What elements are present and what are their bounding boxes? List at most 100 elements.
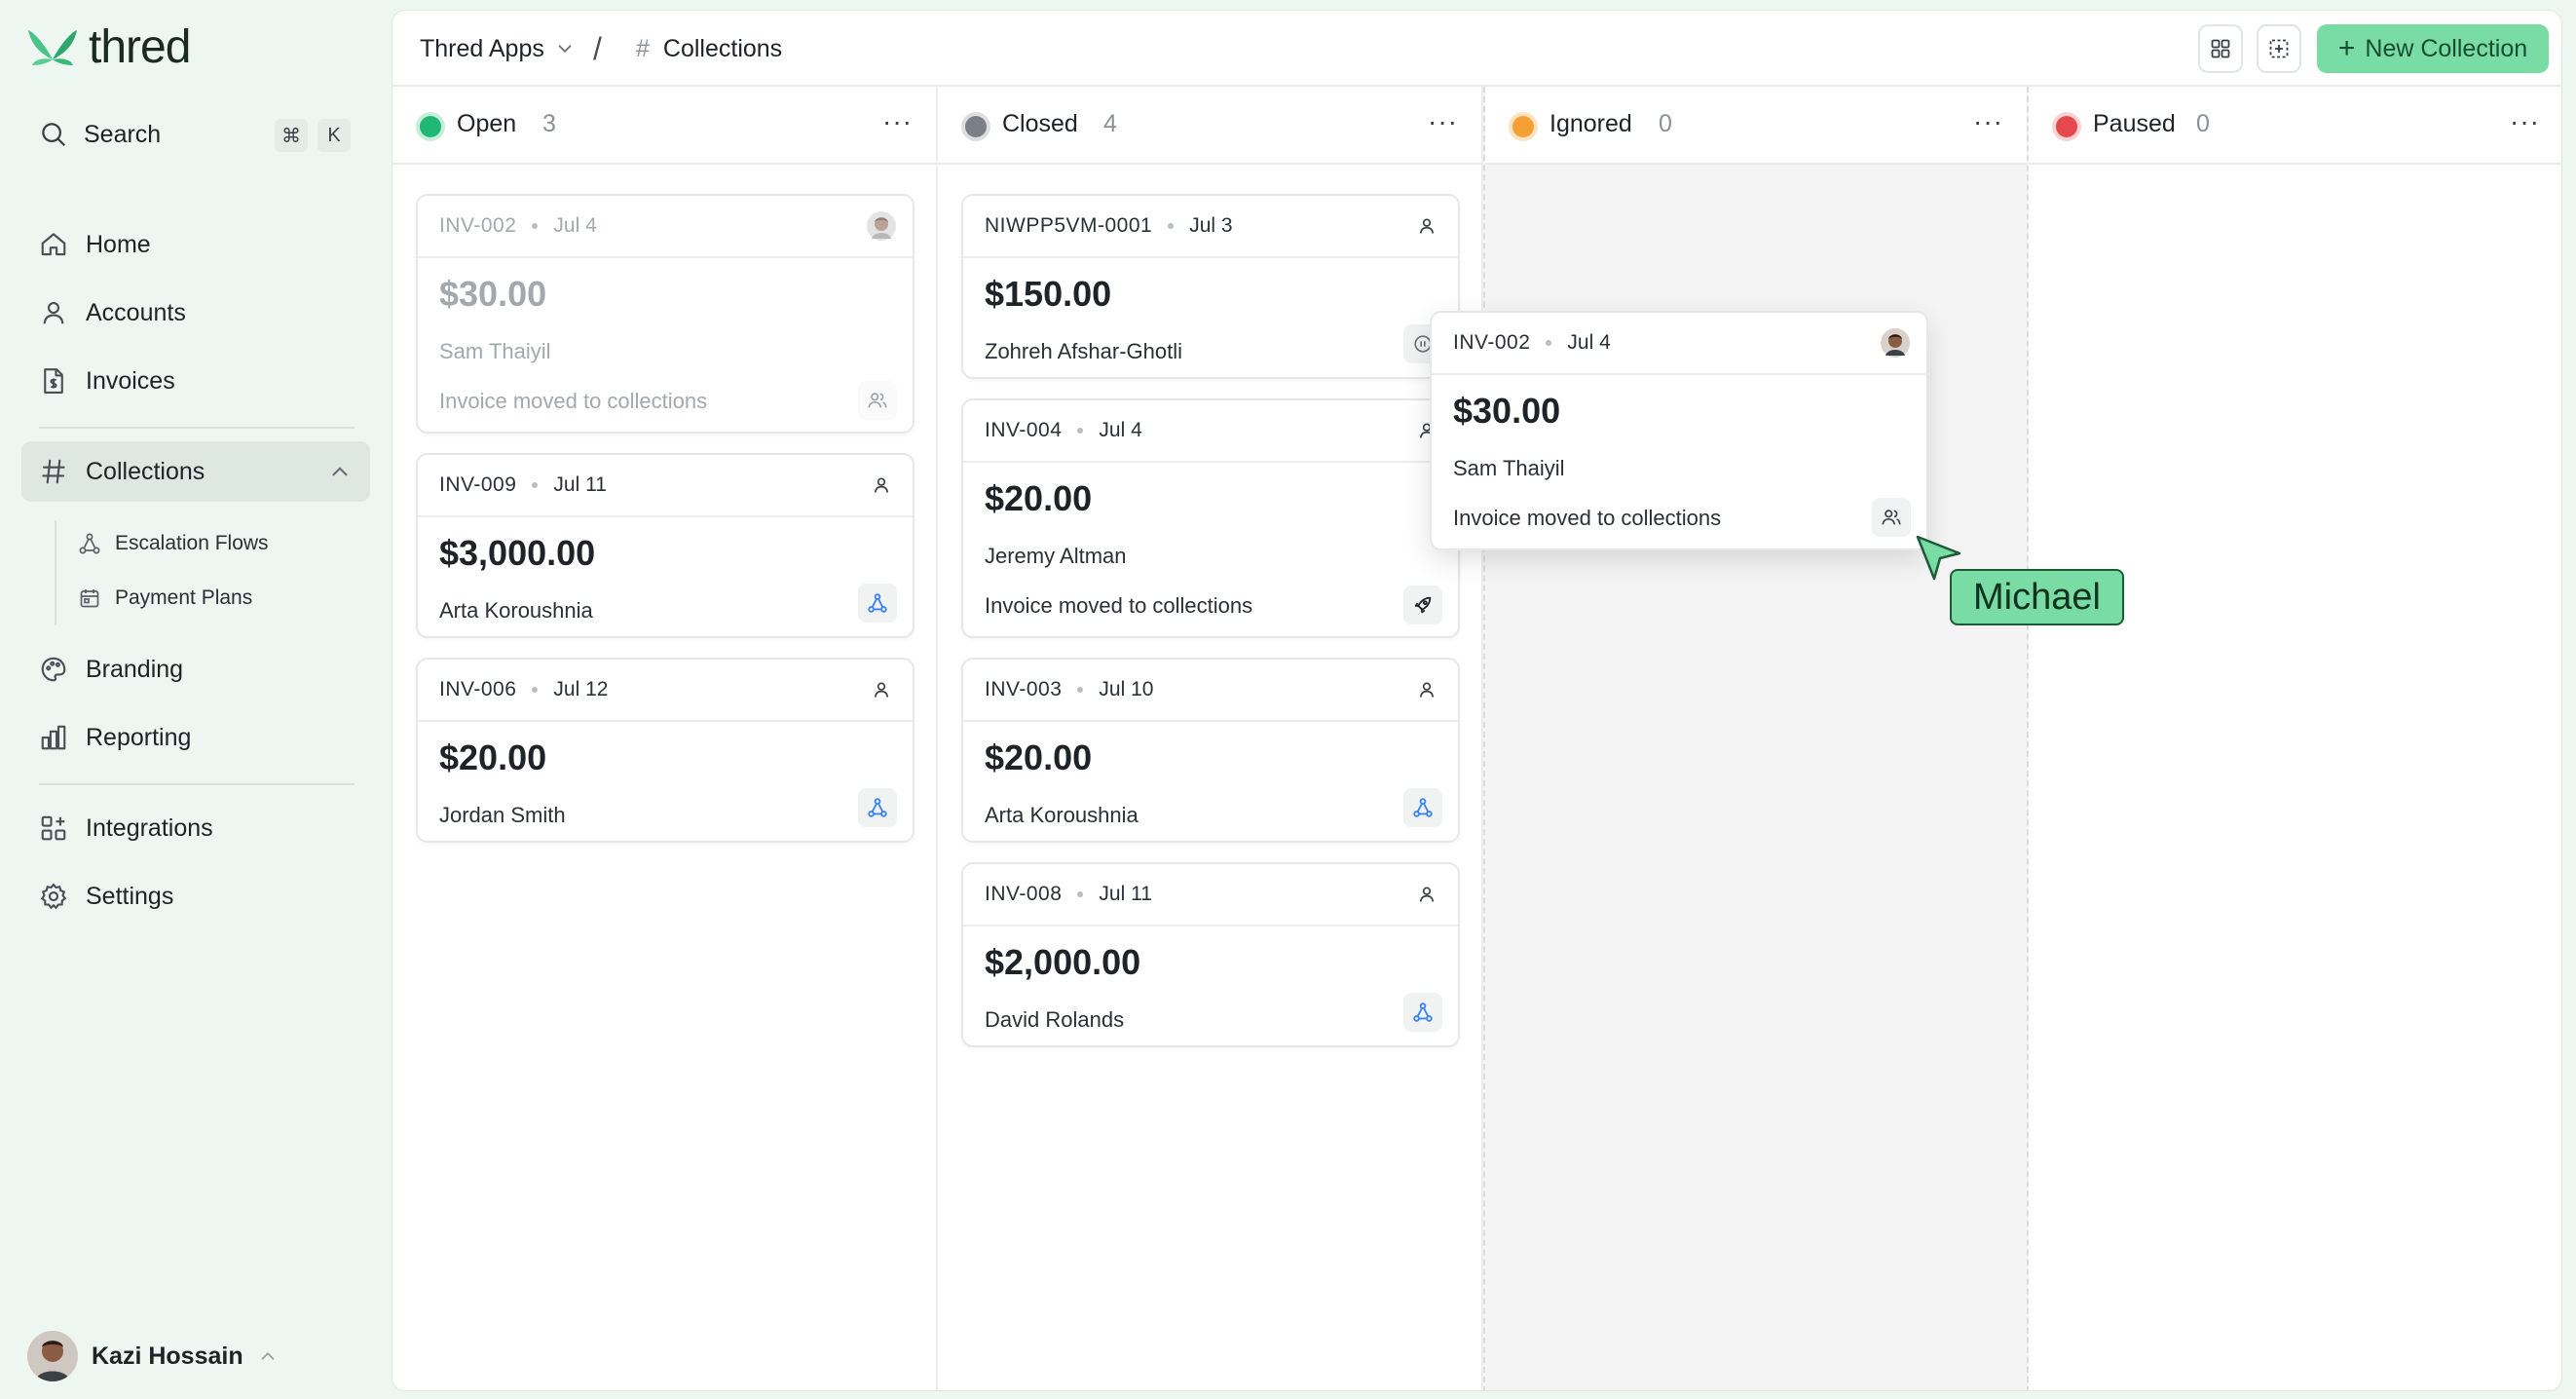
- user-icon[interactable]: [866, 674, 897, 705]
- sidebar-item-invoices[interactable]: Invoices: [21, 351, 370, 411]
- invoice-card[interactable]: INV-008 Jul 11 $2,000.00 David Rolands: [961, 862, 1460, 1047]
- bar-chart-icon: [41, 725, 66, 750]
- card-date: Jul 10: [1099, 678, 1154, 700]
- card-customer: Arta Koroushnia: [985, 803, 1139, 827]
- column-header: Ignored 0 ···: [1485, 87, 2027, 165]
- card-date: Jul 4: [1099, 419, 1142, 441]
- subnav-guide-line: [55, 520, 56, 625]
- sidebar-item-integrations[interactable]: Integrations: [21, 798, 370, 858]
- card-date: Jul 4: [1567, 331, 1611, 354]
- separator-dot: [1077, 891, 1084, 897]
- invoice-card[interactable]: INV-009 Jul 11 $3,000.00 Arta Koroushnia: [416, 453, 915, 638]
- flow-icon[interactable]: [858, 584, 897, 623]
- sidebar-item-home[interactable]: Home: [21, 214, 370, 275]
- invoice-card[interactable]: INV-004 Jul 4 $20.00 Jeremy Altman Invoi…: [961, 398, 1460, 638]
- sidebar-subitem-payment-plans[interactable]: Payment Plans: [78, 579, 252, 618]
- new-collection-button[interactable]: + New Collection: [2317, 24, 2549, 73]
- card-id: INV-004: [985, 419, 1063, 441]
- card-customer: Sam Thaiyil: [439, 339, 551, 363]
- breadcrumb-current[interactable]: # Collections: [636, 32, 782, 65]
- avatar: [27, 1331, 78, 1381]
- dragging-invoice-card[interactable]: INV-002 Jul 4 $30.00 Sam Thaiyil Invoice…: [1430, 311, 1928, 550]
- search-icon: [42, 123, 66, 147]
- chevron-up-icon[interactable]: [327, 459, 353, 484]
- more-icon[interactable]: ···: [1428, 106, 1458, 137]
- main-panel: Thred Apps / # Collections + New Collect…: [392, 10, 2562, 1391]
- user-icon: [43, 301, 64, 324]
- card-note: Invoice moved to collections: [1453, 506, 1722, 530]
- card-header: INV-008 Jul 11: [963, 864, 1458, 926]
- card-customer: Zohreh Afshar-Ghotli: [985, 339, 1182, 363]
- card-id: INV-002: [1453, 331, 1531, 354]
- user-menu[interactable]: Kazi Hossain: [27, 1331, 279, 1381]
- sidebar-item-accounts[interactable]: Accounts: [21, 283, 370, 343]
- column-title: Paused: [2093, 110, 2176, 137]
- user-icon[interactable]: [866, 470, 897, 501]
- more-icon[interactable]: ···: [2510, 106, 2540, 137]
- separator-dot: [532, 482, 539, 488]
- card-amount: $20.00: [985, 478, 1093, 518]
- card-amount: $20.00: [439, 737, 547, 777]
- select-button[interactable]: [2257, 24, 2301, 73]
- user-icon[interactable]: [1411, 210, 1442, 242]
- user-icon[interactable]: [1411, 879, 1442, 910]
- sidebar-item-label: Reporting: [86, 723, 192, 751]
- user-icon[interactable]: [1411, 674, 1442, 705]
- card-note: Invoice moved to collections: [985, 593, 1253, 618]
- card-date: Jul 12: [553, 678, 609, 700]
- flow-icon[interactable]: [1403, 993, 1442, 1032]
- card-date: Jul 11: [1099, 883, 1152, 905]
- invoice-card[interactable]: NIWPP5VM-0001 Jul 3 $150.00 Zohreh Afsha…: [961, 194, 1460, 379]
- card-date: Jul 11: [553, 473, 607, 496]
- card-id: INV-006: [439, 678, 517, 700]
- status-dot: [1512, 116, 1534, 137]
- users-icon[interactable]: [858, 381, 897, 420]
- invoice-card[interactable]: INV-006 Jul 12 $20.00 Jordan Smith: [416, 658, 915, 843]
- status-dot: [965, 116, 987, 137]
- column-closed: Closed 4 ··· NIWPP5VM-0001 Jul 3 $150.00…: [938, 87, 1483, 1390]
- column-ignored[interactable]: Ignored 0 ···: [1483, 87, 2029, 1390]
- shortcut-cmd-key: ⌘: [275, 119, 308, 152]
- sidebar-item-collections[interactable]: Collections: [21, 441, 370, 502]
- status-dot: [420, 116, 441, 137]
- integrations-icon: [41, 815, 66, 841]
- column-title: Closed: [1002, 110, 1078, 137]
- app-logo[interactable]: thred: [26, 20, 191, 73]
- new-collection-label: New Collection: [2365, 34, 2528, 62]
- flow-icon[interactable]: [1403, 788, 1442, 827]
- column-title: Open: [457, 110, 517, 137]
- sidebar-item-label: Branding: [86, 655, 184, 683]
- column-count: 4: [1103, 110, 1117, 137]
- users-icon[interactable]: [1872, 498, 1911, 537]
- shortcut-k-key: K: [317, 119, 351, 152]
- sidebar-item-settings[interactable]: Settings: [21, 866, 370, 926]
- sidebar-item-branding[interactable]: Branding: [21, 639, 370, 700]
- more-icon[interactable]: ···: [882, 106, 913, 137]
- sidebar-item-reporting[interactable]: Reporting: [21, 707, 370, 768]
- search-button[interactable]: Search ⌘ K: [39, 113, 360, 156]
- column-header: Open 3 ···: [392, 87, 936, 165]
- breadcrumb-workspace[interactable]: Thred Apps: [420, 32, 576, 65]
- column-header: Closed 4 ···: [938, 87, 1481, 165]
- sidebar-divider: [39, 427, 355, 429]
- top-bar: Thred Apps / # Collections + New Collect…: [392, 11, 2561, 87]
- sidebar-item-label: Home: [86, 230, 151, 258]
- more-icon[interactable]: ···: [1973, 106, 2003, 137]
- app-name: thred: [89, 20, 191, 73]
- flow-icon[interactable]: [858, 788, 897, 827]
- card-header: NIWPP5VM-0001 Jul 3: [963, 196, 1458, 258]
- sidebar-subitem-escalation-flows[interactable]: Escalation Flows: [78, 524, 269, 563]
- owner-avatar[interactable]: [866, 210, 897, 242]
- sidebar-item-label: Integrations: [86, 813, 213, 842]
- invoice-card[interactable]: INV-003 Jul 10 $20.00 Arta Koroushnia: [961, 658, 1460, 843]
- separator-dot: [532, 687, 539, 693]
- column-paused[interactable]: Paused 0 ···: [2029, 87, 2561, 1390]
- owner-avatar[interactable]: [1880, 327, 1911, 359]
- butterfly-logo-icon: [28, 30, 77, 65]
- chevron-down-icon: [558, 45, 572, 54]
- card-customer: Jordan Smith: [439, 803, 566, 827]
- rocket-icon[interactable]: [1403, 586, 1442, 624]
- board-view-button[interactable]: [2198, 24, 2243, 73]
- sidebar: thred Search ⌘ K Home Accounts Invoices …: [0, 0, 390, 1399]
- invoice-card[interactable]: INV-002 Jul 4 $30.00 Sam Thaiyil Invoice…: [416, 194, 915, 434]
